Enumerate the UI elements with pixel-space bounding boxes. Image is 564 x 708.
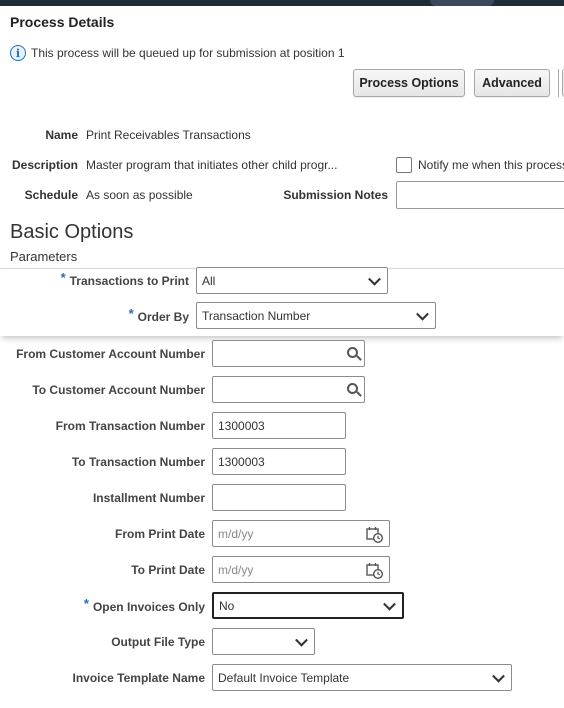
advanced-button[interactable]: Advanced bbox=[474, 69, 550, 97]
description-value: Master program that initiates other chil… bbox=[86, 158, 338, 172]
calendar-icon[interactable] bbox=[366, 562, 383, 579]
installment-number-input[interactable] bbox=[212, 484, 346, 511]
submission-notes-label: Submission Notes bbox=[283, 188, 388, 202]
chevron-down-icon bbox=[416, 307, 429, 321]
from-print-date-input[interactable]: m/d/yy bbox=[212, 520, 390, 547]
invoice-template-name-label: Invoice Template Name bbox=[72, 671, 206, 685]
output-file-type-select[interactable] bbox=[212, 628, 315, 655]
notify-label: Notify me when this process bbox=[418, 158, 564, 172]
search-icon[interactable] bbox=[347, 347, 358, 358]
to-transaction-label: To Transaction Number bbox=[71, 455, 205, 469]
invoice-template-name-select[interactable]: Default Invoice Template bbox=[212, 664, 512, 691]
calendar-icon[interactable] bbox=[366, 526, 383, 543]
to-print-date-label: To Print Date bbox=[131, 563, 205, 577]
output-file-type-label: Output File Type bbox=[111, 635, 205, 649]
transactions-to-print-label: * Transactions to Print bbox=[60, 270, 189, 288]
top-bar bbox=[0, 0, 564, 6]
from-transaction-label: From Transaction Number bbox=[55, 419, 205, 433]
chevron-down-icon bbox=[295, 633, 308, 647]
to-print-date-input[interactable]: m/d/yy bbox=[212, 556, 390, 583]
to-customer-account-input[interactable] bbox=[212, 376, 365, 403]
schedule-value: As soon as possible bbox=[86, 188, 193, 202]
name-value: Print Receivables Transactions bbox=[86, 128, 251, 142]
from-customer-account-label: From Customer Account Number bbox=[16, 347, 205, 361]
installment-number-label: Installment Number bbox=[92, 491, 205, 505]
page-title: Process Details bbox=[10, 14, 115, 30]
toolbar-divider bbox=[558, 69, 559, 97]
open-invoices-only-label: * Open Invoices Only bbox=[83, 596, 205, 614]
open-invoices-only-select[interactable]: No bbox=[212, 592, 404, 619]
info-icon: i bbox=[10, 45, 26, 61]
info-message: i This process will be queued up for sub… bbox=[10, 45, 345, 61]
order-by-select[interactable]: Transaction Number bbox=[196, 302, 436, 329]
from-print-date-label: From Print Date bbox=[114, 527, 205, 541]
parameters-label: Parameters bbox=[10, 249, 78, 264]
basic-options-title: Basic Options bbox=[10, 221, 134, 243]
top-bar-tab[interactable] bbox=[430, 0, 494, 6]
from-customer-account-input[interactable] bbox=[212, 340, 365, 367]
required-marker: * bbox=[60, 270, 66, 285]
to-transaction-input[interactable]: 1300003 bbox=[212, 448, 346, 475]
transactions-to-print-select[interactable]: All bbox=[196, 267, 388, 294]
search-icon[interactable] bbox=[347, 383, 358, 394]
schedule-label: Schedule bbox=[24, 188, 78, 202]
required-marker: * bbox=[128, 306, 134, 321]
info-message-text: This process will be queued up for submi… bbox=[31, 46, 345, 60]
to-customer-account-label: To Customer Account Number bbox=[32, 383, 205, 397]
chevron-down-icon bbox=[492, 669, 505, 683]
chevron-down-icon bbox=[383, 597, 396, 611]
process-options-button[interactable]: Process Options bbox=[353, 69, 465, 97]
submission-notes-input[interactable] bbox=[396, 181, 564, 209]
description-label: Description bbox=[11, 158, 78, 172]
name-label: Name bbox=[45, 128, 78, 142]
required-marker: * bbox=[83, 596, 89, 611]
from-transaction-input[interactable]: 1300003 bbox=[212, 412, 346, 439]
notify-checkbox[interactable] bbox=[396, 157, 412, 173]
order-by-label: * Order By bbox=[128, 306, 189, 324]
chevron-down-icon bbox=[368, 272, 381, 286]
